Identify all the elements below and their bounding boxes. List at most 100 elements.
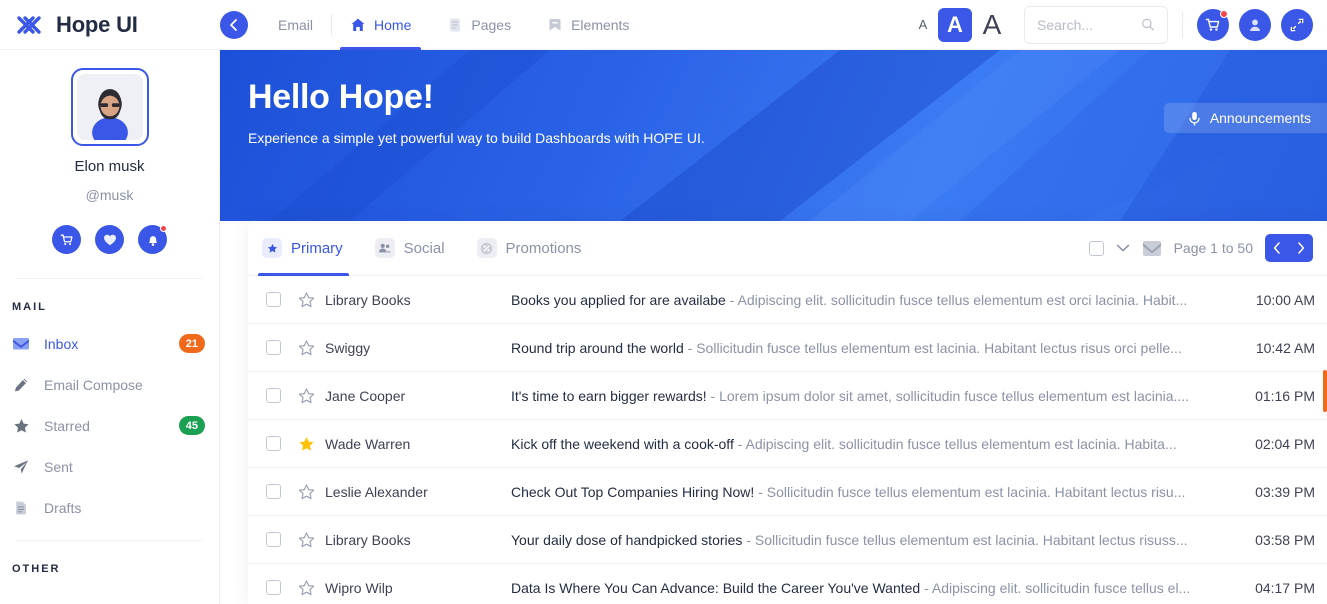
- profile-heart-button[interactable]: [95, 225, 124, 254]
- promotions-tag-icon: [476, 238, 497, 258]
- table-row[interactable]: Library Books Books you applied for are a…: [248, 276, 1327, 324]
- tab-primary[interactable]: Primary: [248, 221, 359, 276]
- user-button[interactable]: [1239, 8, 1271, 41]
- row-sender: Library Books: [325, 531, 411, 548]
- row-preview: - Sollicitudin fusce tellus elementum es…: [687, 339, 1182, 356]
- sidebar-item-starred[interactable]: Starred 45: [0, 405, 219, 446]
- draft-file-icon: [12, 500, 30, 516]
- pages-icon: [450, 18, 461, 31]
- search-box[interactable]: [1024, 5, 1168, 44]
- avatar[interactable]: [70, 68, 149, 146]
- nav-item-email[interactable]: Email: [260, 0, 331, 50]
- font-size-medium[interactable]: A: [938, 7, 972, 42]
- sidebar: Elon musk @musk MAIL Inbox 21 Email Comp…: [0, 50, 220, 604]
- row-body: Kick off the weekend with a cook-off - A…: [511, 436, 1255, 452]
- search-input[interactable]: [1037, 16, 1134, 33]
- row-subject: Round trip around the world: [511, 339, 684, 356]
- prev-page-button[interactable]: [1265, 234, 1289, 262]
- table-row[interactable]: Leslie Alexander Check Out Top Companies …: [248, 468, 1327, 516]
- star-icon[interactable]: [295, 436, 317, 452]
- next-page-button[interactable]: [1289, 234, 1313, 262]
- inbox-badge: 21: [178, 334, 205, 353]
- sidebar-item-drafts[interactable]: Drafts: [0, 487, 219, 528]
- row-time: 01:16 PM: [1255, 387, 1315, 404]
- row-sender: Wipro Wilp: [325, 579, 393, 596]
- user-icon: [1249, 19, 1261, 31]
- back-button[interactable]: [220, 10, 248, 39]
- table-row[interactable]: Wade Warren Kick off the weekend with a c…: [248, 420, 1327, 468]
- hero-title: Hello Hope!: [248, 78, 434, 116]
- row-time: 04:17 PM: [1255, 579, 1315, 596]
- row-checkbox[interactable]: [266, 388, 281, 403]
- tab-label: Social: [403, 239, 445, 257]
- row-subject: It's time to earn bigger rewards!: [511, 387, 707, 404]
- row-preview: - Adipiscing elit. sollicitudin fusce te…: [737, 435, 1177, 452]
- nav-item-label: Elements: [571, 16, 630, 33]
- row-body: Books you applied for are availabe - Adi…: [511, 292, 1256, 308]
- cart-icon: [60, 234, 73, 245]
- nav-item-home[interactable]: Home: [332, 0, 429, 50]
- cart-badge-dot: [1220, 9, 1228, 18]
- table-row[interactable]: Swiggy Round trip around the world - Soll…: [248, 324, 1327, 372]
- tab-promotions[interactable]: Promotions: [461, 221, 598, 276]
- sidebar-item-label: Sent: [44, 458, 73, 475]
- table-row[interactable]: Library Books Your daily dose of handpick…: [248, 516, 1327, 564]
- nav-item-pages[interactable]: Pages: [429, 0, 529, 50]
- row-checkbox[interactable]: [266, 580, 281, 595]
- chevron-down-icon[interactable]: [1116, 243, 1130, 253]
- profile-cart-button[interactable]: [52, 225, 81, 254]
- font-size-large[interactable]: A: [978, 8, 1006, 42]
- table-row[interactable]: Wipro Wilp Data Is Where You Can Advance:…: [248, 564, 1327, 604]
- hero-subtitle: Experience a simple yet powerful way to …: [248, 130, 705, 146]
- row-subject: Data Is Where You Can Advance: Build the…: [511, 579, 921, 596]
- sidebar-item-label: Inbox: [44, 335, 79, 352]
- pencil-icon: [12, 377, 30, 393]
- expand-button[interactable]: [1281, 8, 1313, 41]
- row-sender: Jane Cooper: [325, 387, 406, 404]
- sidebar-item-email-compose[interactable]: Email Compose: [0, 364, 219, 405]
- primary-star-icon: [262, 238, 282, 258]
- chevron-right-icon: [1298, 242, 1305, 254]
- sidebar-item-label: Drafts: [44, 499, 82, 516]
- row-preview: - Adipiscing elit. sollicitudin fusce te…: [924, 579, 1191, 596]
- bell-badge-dot: [160, 225, 167, 232]
- row-body: Data Is Where You Can Advance: Build the…: [511, 580, 1255, 596]
- announcements-button[interactable]: Announcements: [1163, 103, 1327, 133]
- brand[interactable]: Hope UI: [0, 10, 220, 40]
- star-icon[interactable]: [295, 483, 317, 500]
- sidebar-item-sent[interactable]: Sent: [0, 446, 219, 487]
- select-all-checkbox[interactable]: [1088, 240, 1104, 256]
- row-checkbox[interactable]: [266, 292, 281, 307]
- heart-icon: [103, 234, 116, 245]
- hero-banner: Hello Hope! Experience a simple yet powe…: [220, 50, 1327, 221]
- bookmark-icon: [549, 18, 561, 30]
- microphone-icon: [1189, 111, 1200, 126]
- row-subject: Your daily dose of handpicked stories: [511, 531, 743, 548]
- row-checkbox[interactable]: [266, 484, 281, 499]
- nav-item-elements[interactable]: Elements: [529, 0, 647, 50]
- scrollbar-thumb[interactable]: [1323, 370, 1327, 412]
- star-icon[interactable]: [295, 291, 317, 308]
- row-sender: Wade Warren: [325, 435, 411, 452]
- tab-social[interactable]: Social: [359, 221, 461, 276]
- row-checkbox[interactable]: [266, 340, 281, 355]
- envelope-icon[interactable]: [1142, 240, 1162, 257]
- page-indicator: Page 1 to 50: [1173, 240, 1253, 256]
- star-icon[interactable]: [295, 531, 317, 548]
- star-icon[interactable]: [295, 579, 317, 596]
- sidebar-item-label: Starred: [44, 417, 90, 434]
- row-checkbox[interactable]: [266, 532, 281, 547]
- font-size-small[interactable]: A: [914, 12, 932, 38]
- star-icon[interactable]: [295, 339, 317, 356]
- cart-button[interactable]: [1197, 8, 1229, 41]
- social-people-icon: [374, 238, 395, 258]
- profile-bell-button[interactable]: [138, 225, 167, 254]
- sidebar-item-inbox[interactable]: Inbox 21: [0, 323, 219, 364]
- row-body: It's time to earn bigger rewards! - Lore…: [511, 388, 1255, 404]
- row-subject: Check Out Top Companies Hiring Now!: [511, 483, 755, 500]
- row-time: 03:58 PM: [1255, 531, 1315, 548]
- row-time: 10:42 AM: [1255, 339, 1315, 356]
- row-checkbox[interactable]: [266, 436, 281, 451]
- table-row[interactable]: Jane Cooper It's time to earn bigger rewa…: [248, 372, 1327, 420]
- star-icon[interactable]: [295, 387, 317, 404]
